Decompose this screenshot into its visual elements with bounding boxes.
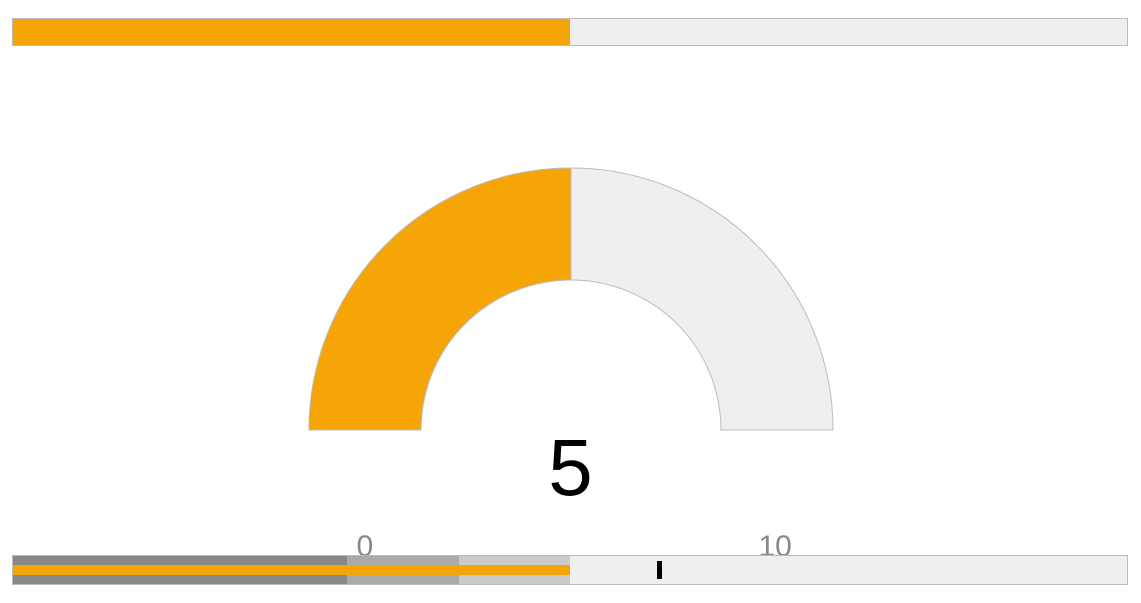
linear-gauge [12, 18, 1128, 46]
gauge-panels: 5 0 10 [0, 0, 1141, 603]
bullet-graph [12, 555, 1128, 585]
bullet-bar [13, 565, 570, 575]
radial-gauge: 5 0 10 [0, 100, 1141, 500]
radial-gauge-arc [251, 100, 891, 460]
linear-gauge-fill [13, 19, 570, 45]
bullet-target-marker [657, 561, 662, 579]
radial-gauge-value: 5 [0, 422, 1141, 514]
